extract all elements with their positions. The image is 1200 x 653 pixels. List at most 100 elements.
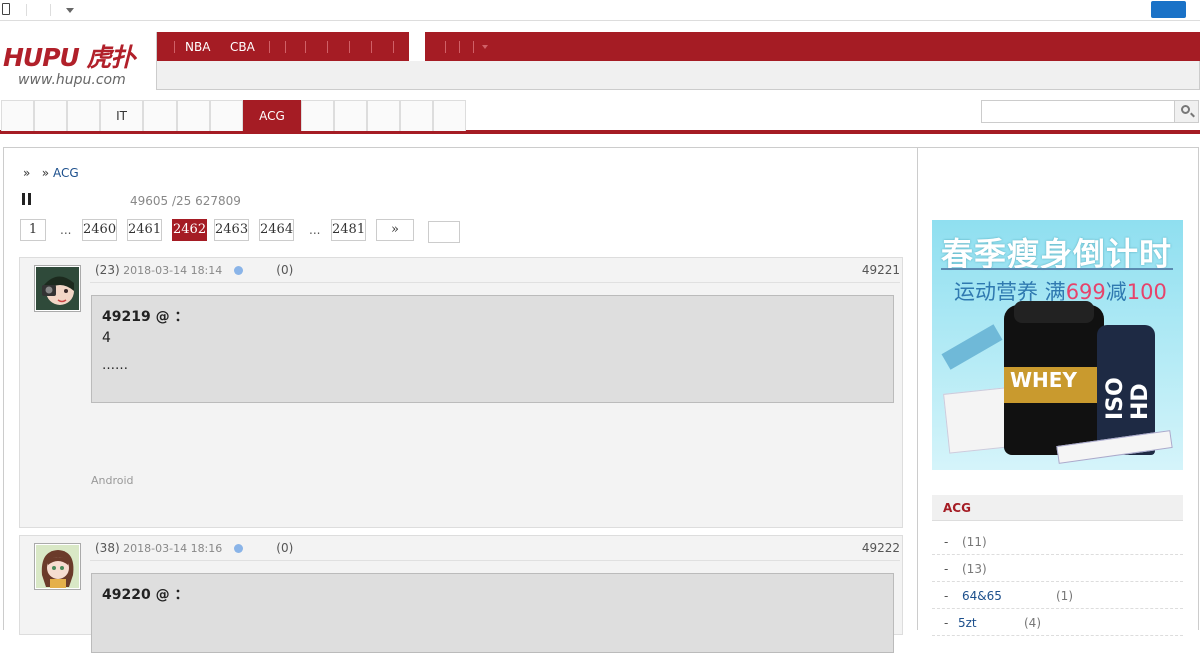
bullet: - [944,589,949,603]
divider [269,41,270,53]
avatar-image [36,545,79,588]
user-level: (38) [95,541,120,555]
tab-acg[interactable]: ACG [243,100,301,131]
divider [50,4,51,16]
ad-banner[interactable]: 春季瘦身倒计时 运动营养 满699减100 WHEY ISO HD [932,220,1183,470]
search-button[interactable] [1174,101,1198,122]
tub-lid [1014,301,1094,323]
like-count[interactable]: (0) [276,541,293,555]
ad-discount: 100 [1126,280,1167,304]
post-meta: (23) 2018-03-14 18:14 (0) [95,263,293,277]
main-nav-bar: NBA CBA [157,32,1200,61]
quote-title: 49219 @ ： [102,309,189,325]
tab-6[interactable] [210,100,243,131]
main-content: » » ACG 49605 /25 627809 1 ... 2460 2461… [3,147,918,653]
tab-9[interactable] [334,100,367,131]
page-link[interactable]: 2463 [214,219,249,241]
page-first[interactable]: 1 [20,219,46,241]
divider [941,268,1173,270]
tab-12[interactable] [433,100,466,131]
chevron-down-icon[interactable] [66,8,74,13]
thread-stats: 49605 /25 627809 [130,194,241,208]
divider [445,41,446,53]
tab-11[interactable] [400,100,433,131]
ad-subline-mid: 减 [1105,280,1127,304]
mobile-icon[interactable] [2,3,10,15]
page-link[interactable]: 2460 [82,219,117,241]
product-tub-image: WHEY [1004,301,1104,455]
login-button[interactable] [1151,1,1186,18]
divider [26,4,27,16]
breadcrumb-sep: » [23,166,31,180]
sidebar-item[interactable]: - 5zt (4) [932,609,1183,636]
top-bar [0,0,1200,21]
nav-item-highlight[interactable] [409,32,425,61]
floor-number: 49222 [861,541,900,555]
avatar-image [36,267,79,310]
page-jump-input[interactable] [428,221,460,243]
tab-8[interactable] [301,100,334,131]
quote-more[interactable]: …… [102,358,883,373]
tab-5[interactable] [177,100,210,131]
divider [305,41,306,53]
search-input[interactable] [982,101,1174,122]
post-meta: (38) 2018-03-14 18:16 (0) [95,541,293,555]
logo-text: HUPU 虎扑 [3,43,136,72]
quote-block: 49220 @ ： [91,573,894,653]
chevron-down-icon[interactable] [482,45,488,49]
page-current: 2462 [172,219,207,241]
light-icon[interactable] [233,266,243,275]
hupu-logo[interactable]: HUPU 虎扑 www.hupu.com [3,38,143,90]
divider [371,41,372,53]
light-icon[interactable] [233,544,243,553]
post: (23) 2018-03-14 18:14 (0) 49221 49219 @ … [19,257,903,528]
avatar[interactable] [34,265,81,312]
page-ellipsis: ... [309,223,321,237]
search-box [981,100,1199,123]
bullet: - [944,535,949,549]
floor-number: 49221 [861,263,900,277]
page-ellipsis: ... [60,223,72,237]
bullet: - [944,562,949,576]
product-bar-image [941,324,1003,370]
page-link[interactable]: 2464 [259,219,294,241]
divider [90,560,900,561]
sidebar-item[interactable]: - 64&65 (1) [932,582,1183,609]
sidebar-item-name[interactable]: 5zt [958,616,977,630]
divider [327,41,328,53]
divider [473,41,474,53]
page-next-button[interactable]: » [376,219,414,241]
main-nav: NBA CBA [156,32,1200,90]
quote-title: 49220 @ ： [102,587,189,603]
tab-it[interactable]: IT [100,100,143,131]
nav-item-cba[interactable]: CBA [230,40,255,54]
tab-1[interactable] [34,100,67,131]
breadcrumb-sep: » [41,166,50,180]
avatar[interactable] [34,543,81,590]
nav-item-nba[interactable]: NBA [185,40,210,54]
sidebar-item-name[interactable]: 64&65 [962,589,1002,603]
breadcrumb-forum-link[interactable]: ACG [53,166,79,180]
like-count[interactable]: (0) [276,263,293,277]
page-link[interactable]: 2461 [127,219,162,241]
divider [459,41,460,53]
divider [393,41,394,53]
tab-0[interactable] [1,100,34,131]
sidebar-item-count: (11) [962,535,987,549]
user-level: (23) [95,263,120,277]
quote-body: 4 [102,330,111,346]
post-time: 2018-03-14 18:16 [123,542,223,555]
tab-2[interactable] [67,100,100,131]
sidebar-item[interactable]: - (11) [932,528,1183,555]
product-name: ISO HD [1103,377,1153,420]
page-last[interactable]: 2481 [331,219,366,241]
quote-block: 49219 @ ： 4 …… [91,295,894,403]
sidebar-item-count: (4) [1024,616,1041,630]
tab-10[interactable] [367,100,400,131]
sidebar-item[interactable]: - (13) [932,555,1183,582]
pause-icon [22,193,31,205]
product-name: WHEY [1010,368,1077,392]
divider [349,41,350,53]
tab-4[interactable] [143,100,177,131]
post-time: 2018-03-14 18:14 [123,264,223,277]
